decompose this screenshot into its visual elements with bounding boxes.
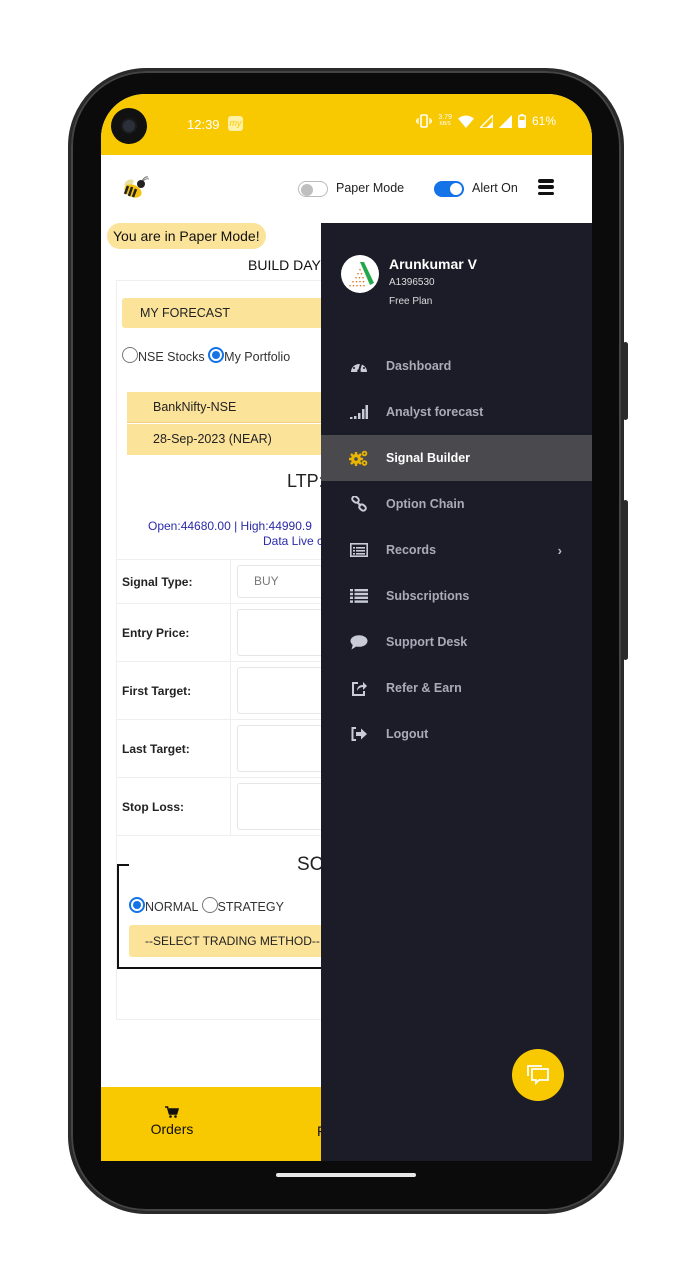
form-label: First Target:	[122, 684, 192, 698]
alert-toggle[interactable]	[434, 181, 464, 197]
ohlc-text: Open:44680.00 | High:44990.9	[148, 519, 312, 533]
radio-my-portfolio[interactable]	[208, 347, 225, 363]
chat-fab[interactable]	[512, 1049, 564, 1101]
toggle-knob	[450, 183, 462, 195]
link-icon	[349, 494, 369, 514]
share-icon	[349, 678, 369, 698]
drawer-item-option-chain[interactable]: Option Chain	[321, 481, 592, 527]
radio-label: My Portfolio	[224, 350, 291, 364]
dashboard-icon	[349, 356, 369, 376]
form-label: Stop Loss:	[122, 800, 184, 814]
camera-icon	[111, 108, 147, 144]
drawer-item-label: Subscriptions	[386, 589, 470, 603]
select-trading-method[interactable]: --SELECT TRADING METHOD--	[129, 925, 329, 957]
data-live-text: Data Live c	[263, 534, 324, 548]
drawer-item-label: Records	[386, 543, 437, 557]
section-title: SC	[297, 854, 324, 875]
method-radio-group: NORMAL STRATEGY	[129, 897, 284, 914]
user-id: A1396530	[389, 277, 435, 288]
list-icon	[349, 586, 369, 606]
form-row-signal-type: Signal Type: BUY	[117, 560, 337, 604]
drawer-item-records[interactable]: Records ›	[321, 527, 592, 573]
ltp-label: LTP:	[287, 471, 324, 491]
signal-form: Signal Type: BUY Entry Price: First Targ…	[117, 559, 337, 836]
drawer-item-signal-builder[interactable]: Signal Builder	[321, 435, 592, 481]
form-row-stop-loss: Stop Loss:	[117, 778, 337, 836]
drawer-item-label: Dashboard	[386, 359, 452, 373]
brand-logo-icon	[349, 262, 374, 287]
drawer-item-label: Signal Builder	[386, 451, 471, 465]
nav-label: Orders	[150, 1121, 194, 1137]
drawer-item-label: Support Desk	[386, 635, 468, 649]
cell-signal-2-icon	[498, 114, 512, 128]
home-indicator[interactable]	[276, 1173, 416, 1177]
nav-orders[interactable]: Orders	[149, 1105, 195, 1137]
forecast-select[interactable]: MY FORECAST	[122, 298, 337, 328]
drawer-item-refer-earn[interactable]: Refer & Earn	[321, 665, 592, 711]
form-label: Last Target:	[122, 742, 190, 756]
form-row-entry-price: Entry Price:	[117, 604, 337, 662]
status-bar: 12:39 my 3.79 KB/S 61%	[101, 94, 592, 155]
app-notification-icon: my	[228, 116, 243, 131]
radio-strategy[interactable]	[201, 897, 218, 913]
form-label: Signal Type:	[122, 575, 193, 589]
chat-bubble-icon	[349, 632, 369, 652]
drawer-item-support-desk[interactable]: Support Desk	[321, 619, 592, 665]
radio-normal[interactable]	[129, 897, 145, 913]
battery-icon	[517, 114, 526, 128]
drawer-item-subscriptions[interactable]: Subscriptions	[321, 573, 592, 619]
bee-icon[interactable]	[121, 175, 149, 201]
drawer-item-label: Refer & Earn	[386, 681, 462, 695]
wifi-icon	[457, 115, 474, 128]
user-plan: Free Plan	[389, 296, 433, 307]
app-header: Paper Mode Alert On	[101, 155, 592, 223]
drawer-item-label: Logout	[386, 727, 429, 741]
drawer-item-logout[interactable]: Logout	[321, 711, 592, 757]
chat-icon	[527, 1065, 549, 1086]
logout-icon	[349, 724, 369, 744]
paper-mode-banner: You are in Paper Mode!	[107, 223, 266, 249]
drawer-item-label: Analyst forecast	[386, 405, 484, 419]
expiry-select[interactable]: 28-Sep-2023 (NEAR)	[127, 424, 337, 455]
chevron-right-icon: ›	[557, 542, 562, 558]
drawer-item-label: Option Chain	[386, 497, 465, 511]
paper-mode-toggle[interactable]	[298, 181, 328, 197]
screen: 12:39 my 3.79 KB/S 61% Paper Mode Alert …	[101, 94, 592, 1161]
paper-mode-label: Paper Mode	[336, 181, 405, 195]
vibrate-icon	[416, 114, 433, 128]
avatar[interactable]	[341, 255, 379, 293]
navigation-drawer: Arunkumar V A1396530 Free Plan Dashboard…	[321, 223, 592, 1161]
instrument-select[interactable]: BankNifty-NSE	[127, 392, 337, 423]
net-speed: 3.79 KB/S	[438, 114, 452, 127]
cell-signal-icon	[479, 114, 493, 128]
form-row-first-target: First Target:	[117, 662, 337, 720]
status-time: 12:39	[187, 117, 220, 132]
source-radio-group: NSE Stocks My Portfolio	[122, 347, 290, 364]
drawer-item-analyst-forecast[interactable]: Analyst forecast	[321, 389, 592, 435]
status-icons: 3.79 KB/S 61%	[416, 114, 556, 128]
form-row-last-target: Last Target:	[117, 720, 337, 778]
drawer-item-dashboard[interactable]: Dashboard	[321, 343, 592, 389]
volume-button	[623, 342, 628, 420]
form-label: Entry Price:	[122, 626, 190, 640]
radio-nse-stocks[interactable]	[122, 347, 138, 363]
signal-bars-icon	[349, 402, 369, 422]
radio-label: NSE Stocks	[138, 350, 205, 364]
gears-icon	[349, 448, 369, 468]
page-title: BUILD DAY	[248, 257, 321, 273]
records-icon	[349, 540, 369, 560]
alert-label: Alert On	[472, 181, 518, 195]
drawer-menu: Dashboard Analyst forecast Signal Builde…	[321, 343, 592, 757]
radio-label: STRATEGY	[217, 900, 284, 914]
hamburger-menu-icon[interactable]	[538, 179, 554, 195]
power-button	[623, 500, 628, 660]
battery-percent: 61%	[531, 114, 556, 128]
radio-label: NORMAL	[145, 900, 199, 914]
toggle-knob	[301, 184, 313, 196]
cart-icon	[165, 1106, 180, 1118]
user-name: Arunkumar V	[389, 256, 477, 272]
